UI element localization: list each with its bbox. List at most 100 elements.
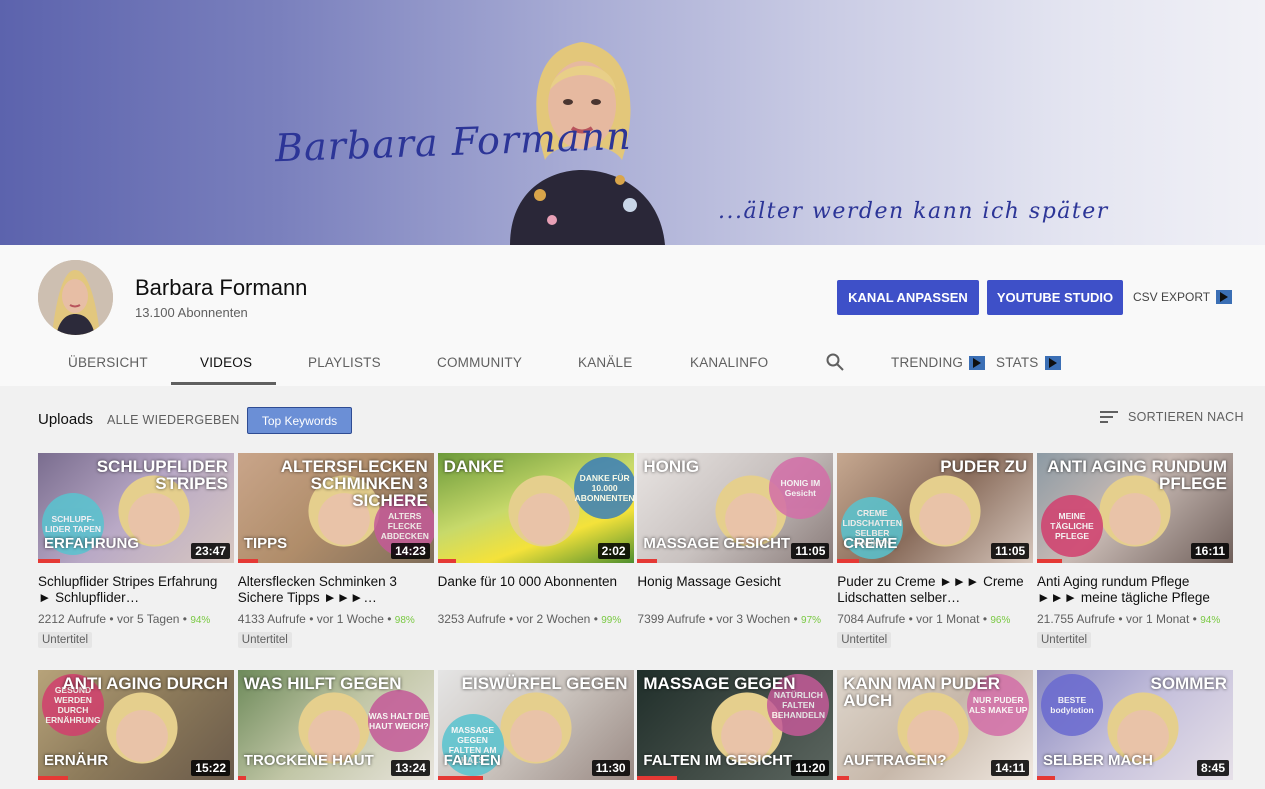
play-all-button[interactable]: ALLE WIEDERGEBEN (107, 413, 240, 427)
uploads-label: Uploads (38, 411, 94, 428)
thumbnail-overlay-text: HONIG (643, 457, 700, 476)
channel-avatar[interactable] (38, 260, 113, 335)
video-duration: 11:20 (791, 760, 830, 776)
watch-progress-bar (437, 559, 456, 563)
video-thumbnail[interactable]: DANKE FÜR 10.000 ABONNENTEN DANKE 2:02 (437, 453, 634, 563)
video-duration: 23:47 (191, 543, 230, 559)
tab-channels[interactable]: KANÄLE (578, 355, 632, 370)
upload-age: vor 1 Monat (916, 612, 980, 626)
like-percent: 94% (190, 615, 211, 626)
upload-age: vor 1 Monat (1125, 612, 1190, 626)
subtitle-badge: Untertitel (237, 632, 292, 648)
sort-button[interactable]: SORTIEREN NACH (1100, 410, 1244, 424)
upload-age: vor 5 Tagen (116, 612, 180, 626)
video-meta: 2212 Aufrufe • vor 5 Tagen • 94% (38, 612, 211, 626)
video-thumbnail[interactable]: WAS HALT DIE HAUT WEICH? WAS HILFT GEGEN t… (237, 670, 434, 780)
video-duration: 15:22 (191, 760, 230, 776)
video-card[interactable]: ALTERS FLECKE ABDECKEN ALTERSFLECKEN SCHM… (237, 453, 434, 648)
video-thumbnail[interactable]: GESUND WERDEN DURCH ERNÄHRUNG ANTI AGING … (38, 670, 234, 780)
tab-videos[interactable]: VIDEOS (200, 355, 252, 370)
watch-progress-bar (837, 559, 860, 563)
video-duration: 11:05 (991, 543, 1030, 559)
video-card[interactable]: BESTE bodylotion SOMMER SELBER MACH 8:45 (1037, 670, 1233, 780)
video-card[interactable]: NATÜRLICH FALTEN BEHANDELN MASSAGE GEGEN F… (637, 670, 834, 780)
video-card[interactable]: GESUND WERDEN DURCH ERNÄHRUNG ANTI AGING … (38, 670, 234, 780)
video-duration: 11:05 (791, 543, 830, 559)
video-thumbnail[interactable]: MASSAGE GEGEN FALTEN AM HALS EISWÜRFEL GE… (437, 670, 634, 780)
csv-export-button[interactable]: CSV EXPORT (1133, 290, 1233, 304)
thumbnail-overlay-text: ANTI AGING DURCH (62, 674, 228, 693)
video-meta: 4133 Aufrufe • vor 1 Woche • 98% (237, 612, 415, 626)
thumbnail-overlay-text: ANTI AGING rundum PFLEGE (1047, 457, 1227, 493)
active-tab-indicator (171, 382, 276, 385)
video-title[interactable]: Danke für 10 000 Abonnenten (438, 574, 634, 605)
extension-play-icon (1044, 355, 1061, 370)
extension-play-icon (1216, 290, 1233, 304)
youtube-studio-button[interactable]: YOUTUBE STUDIO (987, 280, 1123, 315)
subtitle-badge: Untertitel (837, 632, 892, 648)
view-count: 3253 Aufrufe (437, 612, 506, 626)
channel-name[interactable]: Barbara Formann (135, 275, 307, 301)
video-duration: 11:30 (591, 760, 630, 776)
video-title[interactable]: Altersflecken Schminken 3 Sichere Tipps … (238, 574, 434, 605)
video-card[interactable]: HONIG IM Gesicht HONIG Massage GESICHT 11:0… (637, 453, 834, 626)
video-thumbnail[interactable]: CREME LIDSCHATTEN SELBER MACHEN PUDER ZU C… (837, 453, 1034, 563)
video-thumbnail[interactable]: SCHLUPF-LIDER TAPEN SCHLUPFLIDER STRIPES E… (38, 453, 234, 563)
search-icon[interactable] (826, 353, 844, 371)
video-duration: 16:11 (1190, 543, 1229, 559)
tab-overview[interactable]: ÜBERSICHT (68, 355, 148, 370)
tab-trending[interactable]: TRENDING (891, 355, 986, 370)
video-title[interactable]: Honig Massage Gesicht (637, 574, 833, 605)
banner-slogan: ...älter werden kann ich später (718, 199, 1109, 224)
video-card[interactable]: CREME LIDSCHATTEN SELBER MACHEN PUDER ZU C… (837, 453, 1034, 648)
extension-play-icon (969, 355, 986, 370)
video-duration: 13:24 (391, 760, 430, 776)
sort-icon (1100, 411, 1118, 423)
subtitle-badge: Untertitel (1037, 632, 1092, 648)
thumbnail-overlay-text: WAS HILFT GEGEN (243, 674, 402, 693)
thumbnail-bubble: WAS HALT DIE HAUT WEICH? (367, 690, 430, 752)
video-thumbnail[interactable]: NATÜRLICH FALTEN BEHANDELN MASSAGE GEGEN F… (637, 670, 834, 780)
channel-banner: Barbara Formann ...älter werden kann ich… (0, 0, 1265, 245)
video-meta: 3253 Aufrufe • vor 2 Wochen • 99% (437, 612, 622, 626)
tab-about[interactable]: KANALINFO (690, 355, 768, 370)
video-card[interactable]: NUR PUDER ALS MAKE UP KANN MAN PUDER AUCH… (837, 670, 1034, 780)
video-card[interactable]: DANKE FÜR 10.000 ABONNENTEN DANKE 2:02 Dank… (437, 453, 634, 626)
video-thumbnail[interactable]: NUR PUDER ALS MAKE UP KANN MAN PUDER AUCH… (837, 670, 1034, 780)
video-thumbnail[interactable]: HONIG IM Gesicht HONIG Massage GESICHT 11:0… (637, 453, 834, 563)
watch-progress-bar (38, 776, 68, 780)
video-card[interactable]: WAS HALT DIE HAUT WEICH? WAS HILFT GEGEN t… (237, 670, 434, 780)
tab-stats[interactable]: STATS (996, 355, 1061, 370)
thumbnail-face (507, 475, 580, 555)
video-thumbnail[interactable]: ALTERS FLECKE ABDECKEN ALTERSFLECKEN SCHM… (237, 453, 434, 563)
tab-playlists[interactable]: PLAYLISTS (308, 355, 381, 370)
video-thumbnail[interactable]: BESTE bodylotion SOMMER SELBER MACH 8:45 (1037, 670, 1233, 780)
watch-progress-bar (237, 559, 258, 563)
upload-age: vor 1 Woche (316, 612, 384, 626)
video-card[interactable]: MEINE TÄGLICHE PFLEGE ANTI AGING rundum P… (1037, 453, 1233, 648)
video-card[interactable]: SCHLUPF-LIDER TAPEN SCHLUPFLIDER STRIPES E… (38, 453, 234, 648)
view-count: 7084 Aufrufe (837, 612, 906, 626)
thumbnail-overlay-text: DANKE (443, 457, 505, 476)
tab-stats-label: STATS (996, 355, 1039, 370)
tab-community[interactable]: COMMUNITY (437, 355, 522, 370)
video-meta: 7084 Aufrufe • vor 1 Monat • 96% (837, 612, 1011, 626)
video-meta: 21.755 Aufrufe • vor 1 Monat • 94% (1037, 612, 1221, 626)
upload-age: vor 3 Wochen (716, 612, 791, 626)
view-count: 4133 Aufrufe (237, 612, 306, 626)
top-keywords-button[interactable]: Top Keywords (247, 407, 352, 434)
watch-progress-bar (38, 559, 60, 563)
watch-progress-bar (1037, 776, 1055, 780)
thumbnail-overlay-text: SOMMER (1150, 674, 1228, 693)
video-thumbnail[interactable]: MEINE TÄGLICHE PFLEGE ANTI AGING rundum P… (1037, 453, 1233, 563)
video-title[interactable]: Puder zu Creme ►►► Creme Lidschatten sel… (837, 574, 1033, 605)
subtitle-badge: Untertitel (38, 632, 93, 648)
video-duration: 14:11 (991, 760, 1030, 776)
video-title[interactable]: Anti Aging rundum Pflege ►►► meine tägli… (1037, 574, 1233, 605)
video-title[interactable]: Schlupflider Stripes Erfahrung ► Schlupf… (38, 574, 234, 605)
customize-channel-button[interactable]: KANAL ANPASSEN (837, 280, 979, 315)
video-duration: 2:02 (597, 543, 630, 559)
like-percent: 97% (801, 615, 822, 626)
thumbnail-overlay-text: EISWÜRFEL GEGEN (461, 674, 628, 693)
video-card[interactable]: MASSAGE GEGEN FALTEN AM HALS EISWÜRFEL GE… (437, 670, 634, 780)
